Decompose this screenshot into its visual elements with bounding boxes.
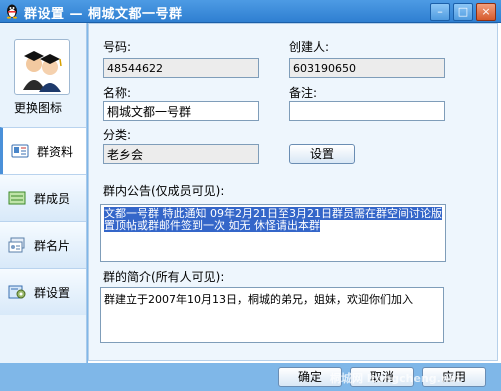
tab-group-members[interactable]: 群成员 — [0, 174, 86, 221]
notice-text: 文都一号群 特此通知 09年2月21日至3月21日群员需在群空间讨论版置顶帖或群… — [104, 207, 442, 232]
tab-group-settings[interactable]: 群设置 — [0, 268, 86, 315]
group-members-icon — [8, 191, 26, 205]
tab-label: 群名片 — [34, 239, 71, 253]
group-card-icon — [8, 237, 25, 253]
window-title: 群设置 — 桐城文都一号群 — [24, 7, 183, 22]
tab-label: 群资料 — [37, 145, 74, 159]
group-info-icon — [11, 144, 29, 158]
group-settings-window: 群设置 — 桐城文都一号群 – □ × 更换图标 群资料 群成员 群名片 群设置… — [0, 0, 501, 391]
creator-field: 603190650 — [289, 58, 445, 78]
category-settings-button[interactable]: 设置 — [289, 144, 355, 164]
creator-label: 创建人: — [289, 40, 330, 54]
notice-textarea[interactable]: 文都一号群 特此通知 09年2月21日至3月21日群员需在群空间讨论版置顶帖或群… — [100, 204, 446, 262]
maximize-button[interactable]: □ — [453, 3, 473, 21]
notice-label: 群内公告(仅成员可见): — [103, 184, 225, 198]
category-label: 分类: — [103, 128, 132, 142]
note-input[interactable] — [289, 101, 445, 121]
category-field: 老乡会 — [103, 144, 259, 164]
group-avatar[interactable] — [14, 39, 70, 95]
graduates-icon — [23, 51, 62, 92]
qq-penguin-icon — [7, 4, 17, 19]
tab-label: 群成员 — [34, 192, 71, 206]
change-avatar-label[interactable]: 更换图标 — [14, 99, 62, 116]
tab-label: 群设置 — [34, 286, 71, 300]
close-button[interactable]: × — [476, 3, 496, 21]
name-input[interactable]: 桐城文都一号群 — [103, 101, 259, 121]
intro-textarea[interactable]: 群建立于2007年10月13日，桐城的弟兄，姐妹，欢迎你们加入 — [100, 287, 444, 343]
group-settings-icon — [8, 285, 26, 299]
number-label: 号码: — [103, 40, 132, 54]
name-label: 名称: — [103, 86, 132, 100]
sidebar: 更换图标 群资料 群成员 群名片 群设置 — [0, 23, 87, 363]
number-field: 48544622 — [103, 58, 259, 78]
note-label: 备注: — [289, 86, 318, 100]
watermark-text: 桐城网 ltongcheng.net — [330, 372, 462, 385]
intro-label: 群的简介(所有人可见): — [103, 270, 225, 284]
title-bar[interactable]: 群设置 — 桐城文都一号群 – □ × — [0, 0, 501, 23]
tab-group-card[interactable]: 群名片 — [0, 221, 86, 268]
minimize-button[interactable]: – — [430, 3, 450, 21]
tab-group-info[interactable]: 群资料 — [0, 127, 86, 174]
